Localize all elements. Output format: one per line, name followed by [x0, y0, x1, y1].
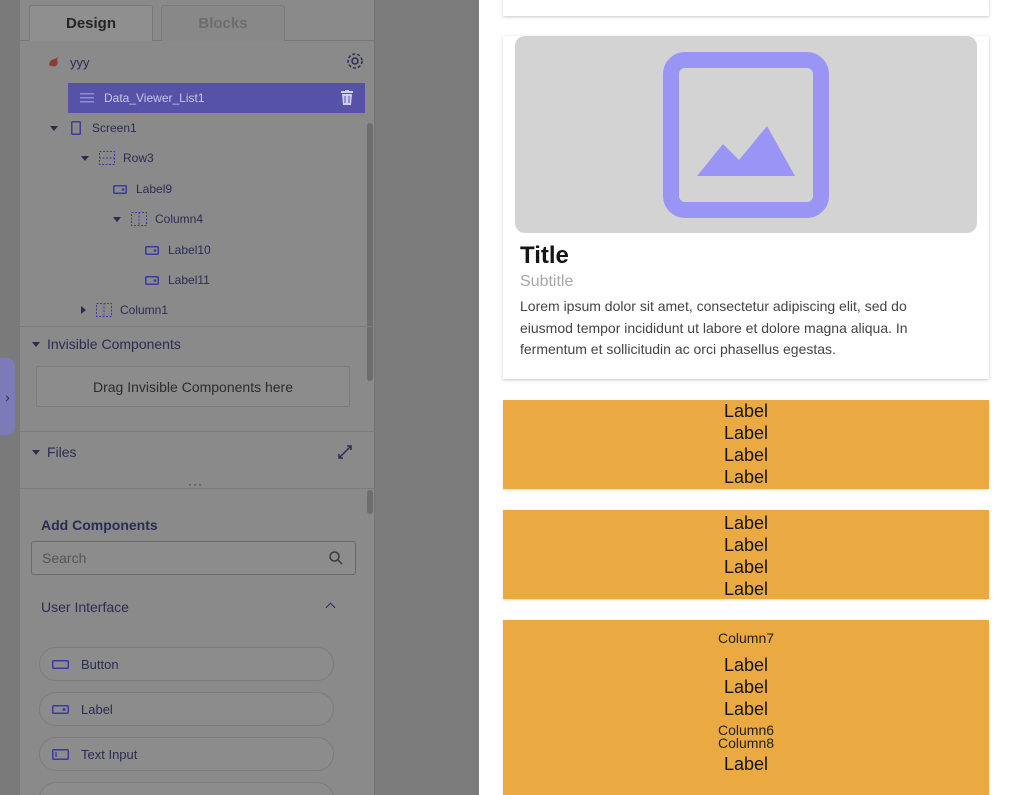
caret-down-icon	[81, 155, 89, 161]
tree-item-row3[interactable]: Row3	[81, 144, 154, 172]
tree-screen-label: Screen1	[92, 121, 137, 135]
trash-icon[interactable]	[341, 90, 353, 105]
card-partial	[503, 0, 989, 16]
caret-right-icon	[81, 306, 86, 314]
tree-project[interactable]: yyy	[46, 48, 90, 76]
column-layout-icon	[131, 212, 147, 226]
divider	[20, 488, 374, 489]
components-scrollbar[interactable]	[367, 490, 373, 514]
label-block-2: Label Label Label Label	[503, 510, 989, 599]
component-label[interactable]: Label	[39, 692, 334, 726]
files-title: Files	[47, 444, 77, 460]
tree-column4-label: Column4	[155, 212, 204, 226]
label-block-3: Column7 Label Label Label Column6 Column…	[503, 620, 989, 795]
tree-label10-label: Label10	[168, 243, 211, 257]
label-item: Label	[723, 423, 769, 443]
component-button-label: Button	[81, 656, 119, 672]
tree-item-label11[interactable]: Label11	[144, 266, 210, 294]
user-interface-category[interactable]: User Interface	[41, 599, 129, 615]
chevron-up-icon[interactable]	[325, 602, 336, 613]
tree-scrollbar[interactable]	[367, 123, 373, 381]
invisible-drop-zone[interactable]: Drag Invisible Components here	[36, 366, 350, 407]
project-bird-icon	[46, 55, 62, 69]
preview-sheet: Title Subtitle Lorem ipsum dolor sit ame…	[479, 0, 1024, 795]
tree-item-label10[interactable]: Label10	[144, 236, 211, 264]
tree-item-label9[interactable]: Label9	[112, 175, 172, 203]
tab-blocks[interactable]: Blocks	[161, 5, 285, 41]
label-item: Label	[723, 754, 769, 774]
chevron-right-icon: ›	[5, 388, 10, 405]
tab-design[interactable]: Design	[29, 5, 153, 41]
label-item: Label	[723, 677, 769, 697]
label-item: Label	[723, 467, 769, 487]
column8-label: Column8	[717, 735, 775, 751]
list-icon	[80, 91, 94, 109]
divider	[20, 326, 374, 327]
card-subtitle: Subtitle	[520, 273, 574, 290]
caret-down-icon	[113, 216, 121, 222]
tree-item-selected[interactable]: Data_Viewer_List1	[68, 83, 365, 113]
label-item: Label	[723, 579, 769, 599]
tree-project-label: yyy	[70, 54, 90, 70]
label-icon	[112, 182, 128, 196]
label-block-1: Label Label Label Label	[503, 400, 989, 489]
caret-down-icon	[50, 125, 58, 131]
phone-icon	[68, 121, 84, 135]
label-icon	[52, 704, 69, 715]
image-icon	[663, 52, 829, 218]
card-body: Lorem ipsum dolor sit amet, consectetur …	[520, 298, 908, 357]
row-layout-icon	[99, 151, 115, 165]
tree-column1-label: Column1	[120, 303, 169, 317]
button-icon	[52, 659, 69, 670]
component-partial[interactable]	[39, 782, 334, 795]
tree-row3-label: Row3	[123, 151, 154, 165]
add-components-title: Add Components	[41, 517, 158, 533]
caret-down-icon	[32, 341, 40, 347]
label-item: Label	[723, 699, 769, 719]
column7-label: Column7	[717, 630, 775, 646]
component-text-input[interactable]: Text Input	[39, 737, 334, 771]
expand-icon[interactable]	[338, 445, 352, 464]
tree-label9-label: Label9	[136, 182, 173, 196]
overlay-backdrop	[375, 0, 479, 795]
text-input-icon	[52, 748, 69, 760]
tree-label11-label: Label11	[168, 273, 210, 287]
gear-icon[interactable]	[346, 52, 364, 75]
search-input[interactable]	[42, 550, 312, 566]
invisible-components-header[interactable]: Invisible Components	[32, 336, 181, 352]
tab-bar: Design Blocks	[20, 0, 374, 41]
label-item: Label	[723, 655, 769, 675]
files-header[interactable]: Files	[32, 444, 77, 460]
search-field[interactable]	[31, 541, 356, 575]
column-layout-icon	[96, 303, 112, 317]
label-item: Label	[723, 557, 769, 577]
design-panel: Design Blocks yyy Data_Viewer_List1 Scre…	[20, 0, 375, 795]
search-icon[interactable]	[329, 551, 343, 570]
label-icon	[144, 273, 160, 287]
label-item: Label	[723, 535, 769, 555]
tree-selected-label: Data_Viewer_List1	[104, 91, 205, 105]
tree-item-column1[interactable]: Column1	[81, 296, 168, 324]
label-item: Label	[723, 445, 769, 465]
label-item: Label	[723, 401, 769, 421]
drawer-toggle[interactable]: ›	[0, 358, 15, 435]
invisible-components-title: Invisible Components	[47, 336, 181, 352]
component-text-input-label: Text Input	[81, 746, 138, 762]
tree-item-column4[interactable]: Column4	[113, 205, 203, 233]
component-button[interactable]: Button	[39, 647, 334, 681]
component-label-label: Label	[81, 701, 113, 717]
tree-item-screen[interactable]: Screen1	[50, 114, 137, 142]
divider	[20, 431, 374, 432]
card-title: Title	[520, 242, 569, 269]
caret-down-icon	[32, 449, 40, 455]
data-card: Title Subtitle Lorem ipsum dolor sit ame…	[503, 36, 989, 379]
label-icon	[144, 243, 160, 257]
image-placeholder	[515, 36, 977, 233]
label-item: Label	[723, 513, 769, 533]
